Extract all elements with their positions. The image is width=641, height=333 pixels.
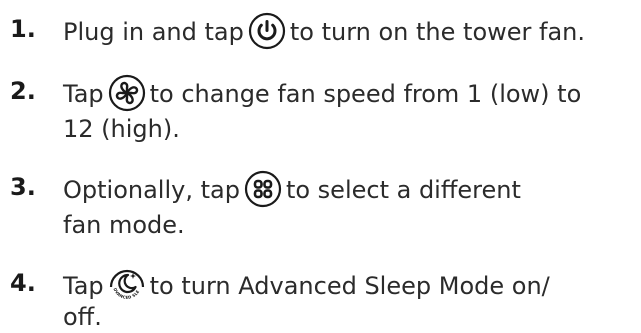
step-text: Plug in and tap to turn on the tower fan… [63, 12, 586, 52]
power-icon [248, 12, 286, 50]
step-text-before: Tap [63, 272, 104, 300]
step-text-continuation: 12 (high). [63, 115, 180, 143]
step-text-before: Optionally, tap [63, 176, 240, 204]
fan-icon [108, 74, 146, 112]
step-text: Optionally, tap to select a different [63, 170, 521, 210]
step-text-continuation: off. [63, 303, 102, 331]
step-text-after: to change fan speed from 1 (low) to [149, 80, 582, 108]
step-number: 1. [10, 15, 36, 43]
instruction-steps: 1. Plug in and tap to turn on the tower … [0, 0, 641, 333]
step-text-before: Plug in and tap [63, 18, 244, 46]
mode-icon [244, 170, 282, 208]
step-text-after: to turn on the tower fan. [289, 18, 586, 46]
step-text-after: to select a different [285, 176, 521, 204]
step-text-after: to turn Advanced Sleep Mode on/ [149, 272, 550, 300]
step-number: 2. [10, 77, 36, 105]
step-text: Tap ADVANCED SLEEP to turn Advanced Slee… [63, 266, 550, 306]
step-number: 3. [10, 173, 36, 201]
sleep-icon: ADVANCED SLEEP [108, 266, 146, 304]
step-text-continuation: fan mode. [63, 211, 185, 239]
step-text-before: Tap [63, 80, 104, 108]
step-text: Tap to change fan speed from 1 (low) to [63, 74, 582, 114]
step-number: 4. [10, 269, 36, 297]
